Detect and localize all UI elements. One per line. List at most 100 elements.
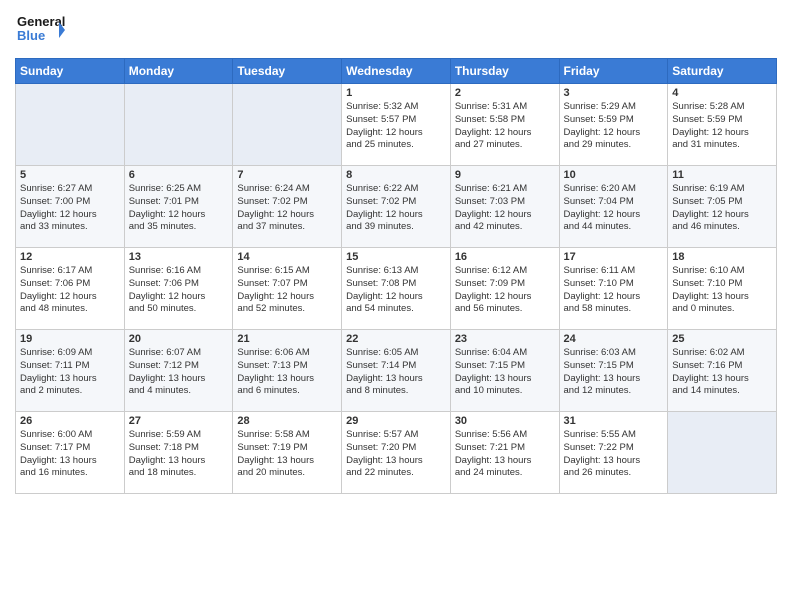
day-info: Sunset: 7:21 PM <box>455 442 555 455</box>
day-info: Daylight: 12 hours <box>564 127 664 140</box>
day-info: Sunrise: 5:57 AM <box>346 429 446 442</box>
calendar-cell <box>233 84 342 166</box>
day-info: Daylight: 13 hours <box>237 373 337 386</box>
day-info: Daylight: 12 hours <box>672 209 772 222</box>
day-number: 9 <box>455 169 555 181</box>
day-info: Sunrise: 6:19 AM <box>672 183 772 196</box>
day-info: Sunset: 7:08 PM <box>346 278 446 291</box>
calendar-cell: 1Sunrise: 5:32 AMSunset: 5:57 PMDaylight… <box>342 84 451 166</box>
calendar-cell: 4Sunrise: 5:28 AMSunset: 5:59 PMDaylight… <box>668 84 777 166</box>
day-info: and 52 minutes. <box>237 303 337 316</box>
calendar-cell: 31Sunrise: 5:55 AMSunset: 7:22 PMDayligh… <box>559 412 668 494</box>
day-info: and 27 minutes. <box>455 139 555 152</box>
day-info: Sunset: 7:11 PM <box>20 360 120 373</box>
day-info: Daylight: 12 hours <box>455 127 555 140</box>
day-info: Daylight: 12 hours <box>564 209 664 222</box>
day-info: Sunset: 7:12 PM <box>129 360 229 373</box>
day-info: Sunrise: 6:02 AM <box>672 347 772 360</box>
day-info: Daylight: 12 hours <box>129 291 229 304</box>
day-info: Sunrise: 6:21 AM <box>455 183 555 196</box>
day-number: 18 <box>672 251 772 263</box>
day-info: Sunset: 7:13 PM <box>237 360 337 373</box>
day-info: Daylight: 13 hours <box>346 455 446 468</box>
day-info: Daylight: 12 hours <box>672 127 772 140</box>
day-info: Sunrise: 6:15 AM <box>237 265 337 278</box>
day-info: and 37 minutes. <box>237 221 337 234</box>
header: General Blue <box>15 10 777 50</box>
day-info: Sunset: 7:14 PM <box>346 360 446 373</box>
day-info: Daylight: 13 hours <box>129 373 229 386</box>
day-info: Sunrise: 6:05 AM <box>346 347 446 360</box>
day-number: 29 <box>346 415 446 427</box>
day-info: Sunrise: 5:29 AM <box>564 101 664 114</box>
day-number: 7 <box>237 169 337 181</box>
day-number: 31 <box>564 415 664 427</box>
day-info: Daylight: 13 hours <box>20 455 120 468</box>
day-info: Sunrise: 6:07 AM <box>129 347 229 360</box>
day-header-wednesday: Wednesday <box>342 59 451 84</box>
day-info: Sunset: 7:06 PM <box>129 278 229 291</box>
day-info: and 12 minutes. <box>564 385 664 398</box>
day-info: and 29 minutes. <box>564 139 664 152</box>
day-info: Sunset: 7:15 PM <box>455 360 555 373</box>
day-info: Daylight: 12 hours <box>455 209 555 222</box>
calendar-body: 1Sunrise: 5:32 AMSunset: 5:57 PMDaylight… <box>16 84 777 494</box>
day-info: Sunset: 7:00 PM <box>20 196 120 209</box>
calendar-cell: 17Sunrise: 6:11 AMSunset: 7:10 PMDayligh… <box>559 248 668 330</box>
day-info: Daylight: 12 hours <box>346 127 446 140</box>
day-number: 8 <box>346 169 446 181</box>
day-info: Daylight: 13 hours <box>455 455 555 468</box>
day-info: Sunset: 7:15 PM <box>564 360 664 373</box>
day-info: and 56 minutes. <box>455 303 555 316</box>
day-info: Daylight: 13 hours <box>129 455 229 468</box>
day-info: and 35 minutes. <box>129 221 229 234</box>
day-number: 16 <box>455 251 555 263</box>
day-info: Daylight: 13 hours <box>346 373 446 386</box>
day-info: Daylight: 12 hours <box>455 291 555 304</box>
day-info: Sunset: 7:01 PM <box>129 196 229 209</box>
day-number: 30 <box>455 415 555 427</box>
week-row-4: 19Sunrise: 6:09 AMSunset: 7:11 PMDayligh… <box>16 330 777 412</box>
day-number: 15 <box>346 251 446 263</box>
calendar-cell: 27Sunrise: 5:59 AMSunset: 7:18 PMDayligh… <box>124 412 233 494</box>
day-info: Sunrise: 6:27 AM <box>20 183 120 196</box>
calendar-cell <box>668 412 777 494</box>
day-info: Sunrise: 5:55 AM <box>564 429 664 442</box>
day-info: and 42 minutes. <box>455 221 555 234</box>
calendar-cell: 19Sunrise: 6:09 AMSunset: 7:11 PMDayligh… <box>16 330 125 412</box>
day-number: 24 <box>564 333 664 345</box>
calendar-cell: 16Sunrise: 6:12 AMSunset: 7:09 PMDayligh… <box>450 248 559 330</box>
day-info: and 31 minutes. <box>672 139 772 152</box>
day-info: Sunset: 7:10 PM <box>564 278 664 291</box>
day-info: Sunrise: 6:17 AM <box>20 265 120 278</box>
day-info: and 2 minutes. <box>20 385 120 398</box>
day-info: Sunset: 7:09 PM <box>455 278 555 291</box>
day-info: and 14 minutes. <box>672 385 772 398</box>
day-info: Sunset: 7:04 PM <box>564 196 664 209</box>
day-info: Daylight: 12 hours <box>20 209 120 222</box>
day-info: Sunset: 7:02 PM <box>237 196 337 209</box>
day-info: and 0 minutes. <box>672 303 772 316</box>
day-info: Sunset: 7:19 PM <box>237 442 337 455</box>
calendar-cell <box>124 84 233 166</box>
day-info: Sunrise: 6:13 AM <box>346 265 446 278</box>
day-info: Sunset: 7:05 PM <box>672 196 772 209</box>
day-header-sunday: Sunday <box>16 59 125 84</box>
calendar-cell: 13Sunrise: 6:16 AMSunset: 7:06 PMDayligh… <box>124 248 233 330</box>
day-info: and 24 minutes. <box>455 467 555 480</box>
day-info: and 48 minutes. <box>20 303 120 316</box>
day-header-thursday: Thursday <box>450 59 559 84</box>
day-info: and 58 minutes. <box>564 303 664 316</box>
calendar-cell: 15Sunrise: 6:13 AMSunset: 7:08 PMDayligh… <box>342 248 451 330</box>
day-info: Sunset: 7:07 PM <box>237 278 337 291</box>
day-number: 19 <box>20 333 120 345</box>
day-number: 13 <box>129 251 229 263</box>
day-number: 20 <box>129 333 229 345</box>
svg-text:General: General <box>17 14 65 29</box>
calendar-cell: 2Sunrise: 5:31 AMSunset: 5:58 PMDaylight… <box>450 84 559 166</box>
day-info: Sunrise: 6:22 AM <box>346 183 446 196</box>
day-info: and 16 minutes. <box>20 467 120 480</box>
day-info: Daylight: 13 hours <box>564 455 664 468</box>
logo: General Blue <box>15 10 65 50</box>
day-info: Sunset: 5:57 PM <box>346 114 446 127</box>
